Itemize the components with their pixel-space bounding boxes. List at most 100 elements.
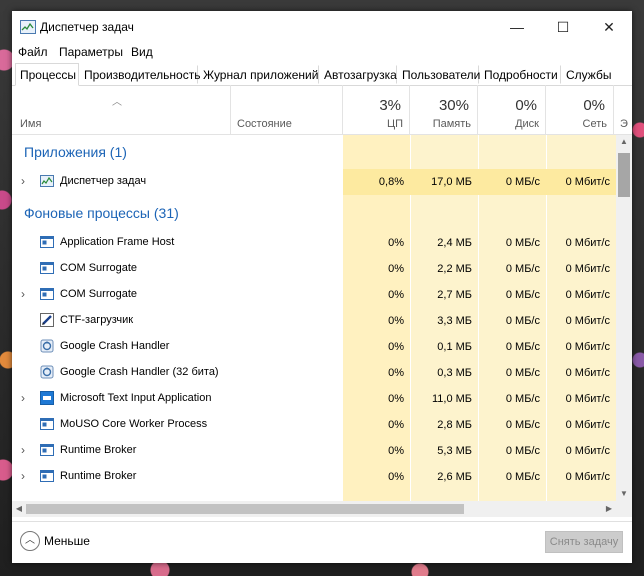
tab-details[interactable]: Подробности	[479, 65, 561, 84]
header-cpu[interactable]: 3% ЦП	[343, 85, 410, 134]
process-name: Google Crash Handler (32 бита)	[60, 366, 219, 378]
title-bar: Диспетчер задач — ☐ ✕	[12, 11, 632, 43]
scroll-down-icon[interactable]: ▼	[616, 487, 632, 501]
menu-file[interactable]: Файл	[16, 45, 50, 59]
column-header: ︿ Имя Состояние 3% ЦП 30% Память 0% Диск…	[12, 85, 632, 135]
process-network: 0 Мбит/с	[565, 263, 610, 275]
process-row[interactable]: CTF-загрузчик 0% 3,3 МБ 0 МБ/с 0 Мбит/с	[12, 308, 616, 334]
group-header-background[interactable]: Фоновые процессы (31)	[12, 198, 616, 228]
process-cpu: 0%	[388, 471, 404, 483]
minimize-button[interactable]: —	[494, 11, 540, 43]
header-cpu-label: ЦП	[386, 118, 403, 130]
maximize-button[interactable]: ☐	[540, 11, 586, 43]
vertical-scrollbar[interactable]: ▲ ▼	[616, 135, 632, 501]
scroll-left-icon[interactable]: ◀	[12, 501, 26, 517]
header-disk[interactable]: 0% Диск	[478, 85, 546, 134]
process-name: Google Crash Handler	[60, 340, 170, 352]
header-status-label: Состояние	[237, 118, 292, 130]
footer: ︿ Меньше Снять задачу	[12, 521, 632, 564]
taskmgr-icon	[40, 175, 54, 187]
blue-square-icon	[40, 391, 54, 405]
process-cpu: 0%	[388, 289, 404, 301]
app-window-icon	[40, 418, 54, 430]
scroll-right-icon[interactable]: ▶	[602, 501, 616, 517]
process-cpu: 0%	[388, 263, 404, 275]
process-network: 0 Мбит/с	[565, 393, 610, 405]
header-network-label: Сеть	[582, 118, 607, 130]
process-name: MoUSO Core Worker Process	[60, 418, 208, 430]
tab-users[interactable]: Пользователи	[397, 65, 480, 84]
expand-chevron-icon[interactable]: ›	[21, 287, 25, 301]
group-label-apps: Приложения (1)	[24, 144, 127, 160]
tab-app-history[interactable]: Журнал приложений	[198, 65, 319, 84]
app-window-icon	[40, 262, 54, 274]
tab-startup[interactable]: Автозагрузка	[319, 65, 397, 84]
process-row[interactable]: Application Frame Host 0% 2,4 МБ 0 МБ/с 0 Мб…	[12, 230, 616, 256]
app-window-icon	[40, 470, 54, 482]
process-cpu: 0%	[388, 419, 404, 431]
process-row[interactable]: › Runtime Broker 0% 2,6 МБ 0 МБ/с 0 Мбит/с	[12, 464, 616, 490]
header-memory[interactable]: 30% Память	[410, 85, 478, 134]
menu-options[interactable]: Параметры	[57, 45, 125, 59]
process-name: COM Surrogate	[60, 262, 138, 274]
horizontal-scrollbar[interactable]: ◀ ▶	[12, 501, 616, 517]
crash-handler-icon	[40, 365, 54, 379]
process-row[interactable]: › Диспетчер задач 0,8% 17,0 МБ 0 МБ/с 0 Мбит/…	[12, 169, 616, 195]
chevron-up-circle-icon: ︿	[20, 531, 40, 551]
header-name-label: Имя	[20, 118, 42, 130]
horizontal-scroll-thumb[interactable]	[26, 504, 464, 514]
expand-chevron-icon[interactable]: ›	[21, 174, 25, 188]
network-total-pct: 0%	[583, 97, 605, 114]
expand-chevron-icon[interactable]: ›	[21, 469, 25, 483]
process-network: 0 Мбит/с	[565, 367, 610, 379]
window-title: Диспетчер задач	[40, 20, 134, 34]
process-row[interactable]: › COM Surrogate 0% 2,7 МБ 0 МБ/с 0 Мбит/с	[12, 282, 616, 308]
header-status[interactable]: Состояние	[231, 85, 343, 134]
process-cpu: 0%	[388, 237, 404, 249]
crash-handler-icon	[40, 339, 54, 353]
process-memory: 2,6 МБ	[437, 471, 472, 483]
process-disk: 0 МБ/с	[505, 367, 540, 379]
header-name[interactable]: ︿ Имя	[12, 85, 231, 134]
process-memory: 0,3 МБ	[437, 367, 472, 379]
process-disk: 0 МБ/с	[505, 341, 540, 353]
process-cpu: 0%	[388, 393, 404, 405]
process-memory: 11,0 МБ	[431, 393, 472, 405]
expand-chevron-icon[interactable]: ›	[21, 443, 25, 457]
process-memory: 3,3 МБ	[437, 315, 472, 327]
group-header-apps[interactable]: Приложения (1)	[12, 137, 616, 167]
process-name: Application Frame Host	[60, 236, 175, 248]
disk-total-pct: 0%	[515, 97, 537, 114]
process-row[interactable]: MoUSO Core Worker Process 0% 2,8 МБ 0 МБ/с 0…	[12, 412, 616, 438]
process-name: CTF-загрузчик	[60, 314, 134, 326]
tab-processes[interactable]: Процессы	[15, 63, 79, 86]
process-row[interactable]: Google Crash Handler (32 бита) 0% 0,3 МБ 0 …	[12, 360, 616, 386]
process-cpu: 0,8%	[343, 169, 410, 195]
process-row[interactable]: › Microsoft Text Input Application 0% 11,0 …	[12, 386, 616, 412]
process-name: COM Surrogate	[60, 288, 138, 300]
process-name: Microsoft Text Input Application	[60, 392, 212, 404]
scroll-up-icon[interactable]: ▲	[616, 135, 632, 149]
scrollbar-corner	[616, 501, 632, 517]
process-disk: 0 МБ/с	[505, 237, 540, 249]
vertical-scroll-thumb[interactable]	[618, 153, 630, 197]
process-cpu: 0%	[388, 341, 404, 353]
process-network: 0 Мбит/с	[565, 419, 610, 431]
tab-strip: Процессы Производительность Журнал прило…	[12, 63, 632, 86]
close-button[interactable]: ✕	[586, 11, 632, 43]
process-row[interactable]: COM Surrogate 0% 2,2 МБ 0 МБ/с 0 Мбит/с	[12, 256, 616, 282]
app-window-icon	[40, 288, 54, 300]
header-network[interactable]: 0% Сеть	[546, 85, 614, 134]
process-network: 0 Мбит/с	[565, 237, 610, 249]
process-disk: 0 МБ/с	[505, 289, 540, 301]
tab-services[interactable]: Службы	[561, 65, 617, 84]
expand-chevron-icon[interactable]: ›	[21, 391, 25, 405]
end-task-button[interactable]: Снять задачу	[545, 531, 623, 553]
header-more[interactable]: Э	[614, 85, 632, 134]
tab-performance[interactable]: Производительность	[79, 65, 200, 84]
process-row[interactable]: › Runtime Broker 0% 5,3 МБ 0 МБ/с 0 Мбит/с	[12, 438, 616, 464]
process-row[interactable]: Google Crash Handler 0% 0,1 МБ 0 МБ/с 0 Мбит…	[12, 334, 616, 360]
process-disk: 0 МБ/с	[478, 169, 546, 195]
sort-up-icon: ︿	[112, 97, 122, 108]
menu-view[interactable]: Вид	[129, 45, 155, 59]
